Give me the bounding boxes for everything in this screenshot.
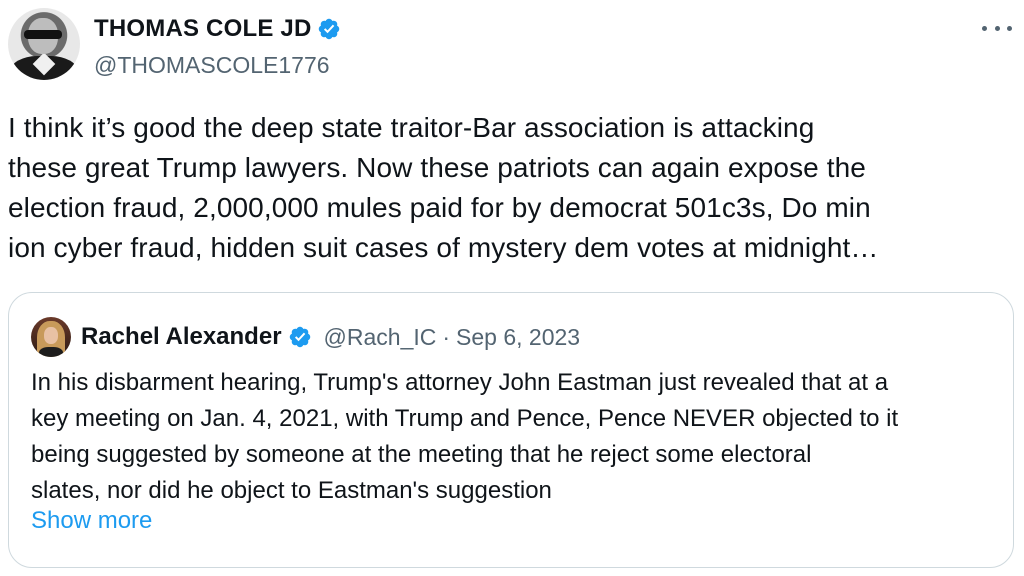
show-more-link[interactable]: Show more bbox=[31, 507, 152, 535]
tweet-header: THOMAS COLE JD @THOMASCOLE1776 bbox=[8, 8, 1018, 80]
quoted-tweet-text-line: key meeting on Jan. 4, 2021, with Trump … bbox=[31, 405, 899, 432]
quoted-avatar-shirt-shape bbox=[39, 347, 63, 357]
author-name-row: THOMAS COLE JD bbox=[94, 14, 341, 44]
quoted-tweet-text-line: In his disbarment hearing, Trump's attor… bbox=[31, 369, 889, 396]
more-dot bbox=[982, 25, 987, 31]
tweet-text-line: I think it’s good the deep state traitor… bbox=[8, 112, 815, 143]
tweet-text-line: ion cyber fraud, hidden suit cases of my… bbox=[8, 232, 879, 263]
quoted-author-avatar[interactable] bbox=[31, 317, 71, 357]
verified-badge-icon bbox=[319, 18, 340, 40]
quoted-author-display-name[interactable]: Rachel Alexander bbox=[81, 323, 282, 351]
quoted-tweet-text-line: slates, nor did he object to Eastman's s… bbox=[31, 477, 552, 504]
tweet-text-line: these great Trump lawyers. Now these pat… bbox=[8, 152, 866, 183]
quoted-tweet-header: Rachel Alexander @Rach_IC · Sep 6, 2023 bbox=[31, 317, 580, 357]
quoted-avatar-face-shape bbox=[44, 327, 58, 344]
quoted-meta-separator: · bbox=[442, 323, 451, 350]
avatar-glasses-shape bbox=[24, 30, 62, 39]
quoted-tweet-card[interactable]: Rachel Alexander @Rach_IC · Sep 6, 2023 … bbox=[8, 292, 1014, 568]
author-display-name[interactable]: THOMAS COLE JD bbox=[94, 15, 311, 43]
tweet-text: I think it’s good the deep state traitor… bbox=[8, 108, 1008, 268]
author-handle[interactable]: @THOMASCOLE1776 bbox=[94, 52, 330, 79]
quoted-author-handle[interactable]: @Rach_IC bbox=[324, 324, 437, 351]
quoted-tweet-date[interactable]: Sep 6, 2023 bbox=[456, 324, 580, 351]
more-dot bbox=[994, 25, 1000, 31]
tweet-text-line: election fraud, 2,000,000 mules paid for… bbox=[8, 192, 871, 223]
quoted-tweet-text: In his disbarment hearing, Trump's attor… bbox=[31, 365, 1001, 509]
more-dot bbox=[1007, 25, 1012, 31]
verified-badge-icon bbox=[289, 326, 310, 348]
tweet: THOMAS COLE JD @THOMASCOLE1776 I think i… bbox=[0, 0, 1024, 576]
quoted-tweet-text-line: being suggested by someone at the meetin… bbox=[31, 441, 812, 468]
author-avatar[interactable] bbox=[8, 8, 80, 80]
more-horizontal-icon[interactable] bbox=[982, 22, 1012, 34]
